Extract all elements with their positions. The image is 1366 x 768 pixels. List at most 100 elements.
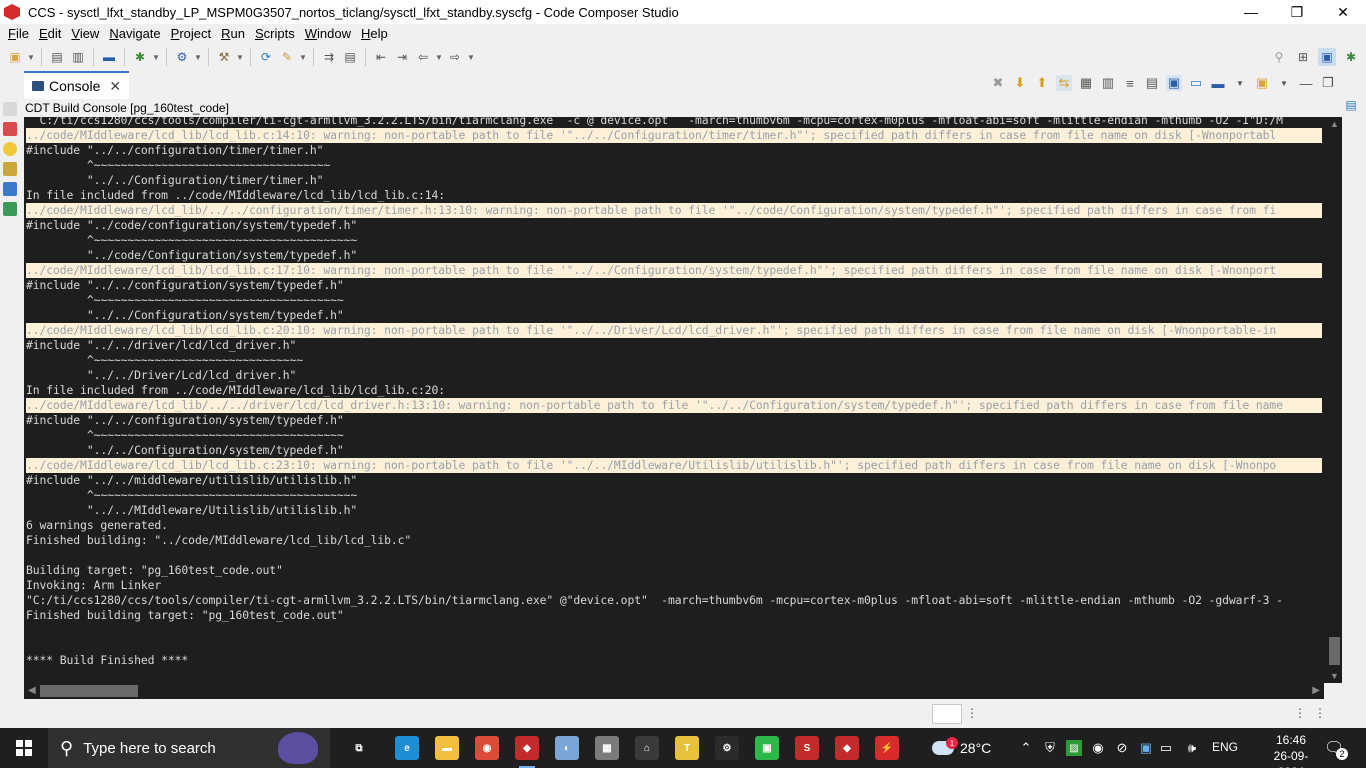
file-explorer-icon[interactable]: ▬ [435,736,459,760]
show-hidden-icons-icon[interactable]: ⌃ [1018,740,1034,756]
notification-center-icon[interactable]: 🗨 2 [1324,738,1348,760]
status-bar-menu-icon[interactable]: ⋮ [1294,706,1306,720]
refresh-icon[interactable]: ⟳ [257,48,275,66]
volume-icon[interactable]: 🕪 [1184,740,1200,756]
language-indicator[interactable]: ENG [1212,740,1238,754]
minimize-button[interactable]: — [1228,0,1274,24]
next-annotation-icon[interactable]: ⇉ [320,48,338,66]
console-icon[interactable]: ▬ [100,48,118,66]
menu-view[interactable]: View [66,26,104,41]
close-button[interactable]: ✕ [1320,0,1366,24]
new-console-icon[interactable]: ▣ [1254,75,1270,91]
vertical-scrollbar[interactable]: ▲ ▼ [1326,117,1342,683]
debug-perspective-icon[interactable]: ✱ [1342,48,1360,66]
vpn-icon[interactable]: ◉ [1090,740,1106,756]
horizontal-scroll-thumb[interactable] [40,685,138,697]
restore-view-icon[interactable] [3,102,17,116]
flash-dropdown-icon[interactable]: ▼ [194,48,202,66]
build-status-icon[interactable] [932,704,962,724]
forward-dropdown-icon[interactable]: ▼ [467,48,475,66]
menu-project[interactable]: Project [166,26,216,41]
flash-icon[interactable]: ⚡ [875,736,899,760]
copy-build-log-icon[interactable]: ▤ [1144,75,1160,91]
security-icon[interactable]: ⛨ [1042,740,1058,756]
new-dropdown-icon[interactable]: ▼ [27,48,35,66]
ccs2-icon[interactable]: ◆ [835,736,859,760]
flash-icon[interactable]: ⚙ [173,48,191,66]
edge-icon[interactable]: e [395,736,419,760]
word-wrap-icon[interactable]: ≡ [1122,75,1138,91]
horizontal-scrollbar[interactable]: ◀ ▶ [24,683,1324,699]
tool-icon[interactable]: T [675,736,699,760]
brush-dropdown-icon[interactable]: ▼ [299,48,307,66]
scroll-up-icon[interactable]: ▲ [1330,119,1339,129]
close-tab-icon[interactable]: ✕ [109,78,121,95]
prev-annotation-icon[interactable]: ▤ [341,48,359,66]
menu-window[interactable]: Window [300,26,356,41]
new-icon[interactable]: ▣ [6,48,24,66]
save-icon[interactable]: ▤ [48,48,66,66]
task-view-icon[interactable]: ⧉ [347,736,371,760]
new-console-dropdown-icon[interactable]: ▼ [1276,75,1292,91]
tab-console[interactable]: Console ✕ [24,71,130,99]
display-console-icon[interactable]: ▭ [1188,75,1204,91]
start-button[interactable] [0,728,48,768]
minimize-view-icon[interactable]: — [1298,75,1314,91]
tasks-icon[interactable] [3,182,17,196]
network-off-icon[interactable]: ⊘ [1114,740,1130,756]
previous-error-icon[interactable]: ⬆ [1034,75,1050,91]
wifi-icon[interactable]: ▭ [1158,740,1174,756]
menu-edit[interactable]: Edit [34,26,66,41]
terminate-icon[interactable]: ✖ [990,75,1006,91]
restore-button[interactable]: ❐ [1274,0,1320,24]
vertical-scroll-thumb[interactable] [1329,637,1340,665]
progress-icon[interactable] [3,202,17,216]
open-console-icon[interactable]: ▬ [1210,75,1226,91]
taskbar-search[interactable]: ⚲ Type here to search [48,728,330,768]
debug-icon[interactable]: ✱ [131,48,149,66]
scroll-lock-icon[interactable]: ▦ [1078,75,1094,91]
save-all-icon[interactable]: ▥ [69,48,87,66]
weather-widget[interactable]: 1 28°C [932,734,1002,762]
msp-flasher-icon[interactable]: ▣ [755,736,779,760]
maximize-view-icon[interactable]: ❐ [1320,75,1336,91]
open-console-dropdown-icon[interactable]: ▼ [1232,75,1248,91]
menu-file[interactable]: File [3,26,34,41]
scroll-right-icon[interactable]: ▶ [1312,685,1320,696]
scroll-down-icon[interactable]: ▼ [1330,671,1339,681]
build-hammer-icon[interactable]: ⚒ [215,48,233,66]
link-editor-icon[interactable]: ⇆ [1056,75,1072,91]
search-icon[interactable]: ⚲ [1270,48,1288,66]
ccs-icon[interactable]: ◆ [515,736,539,768]
pin-console-icon[interactable]: ▣ [1166,75,1182,91]
ccs-edit-perspective-icon[interactable]: ▣ [1318,48,1336,66]
build-dropdown-icon[interactable]: ▼ [236,48,244,66]
device-icon[interactable]: ⚙ [715,736,739,760]
problems-icon[interactable] [3,122,17,136]
app-tray-icon[interactable]: ▨ [1066,740,1082,756]
menu-run[interactable]: Run [216,26,250,41]
teraterm-icon[interactable]: ⌂ [635,736,659,760]
clock[interactable]: 16:46 26-09-2024 [1262,732,1320,768]
next-error-icon[interactable]: ⬇ [1012,75,1028,91]
calculator-icon[interactable]: ▦ [595,736,619,760]
show-console-icon[interactable]: ▥ [1100,75,1116,91]
debug-dropdown-icon[interactable]: ▼ [152,48,160,66]
app-icon[interactable]: ◐ [555,736,579,760]
forward-icon[interactable]: ⇨ [446,48,464,66]
onedrive-icon[interactable]: ▣ [1138,740,1154,756]
outline-icon[interactable] [3,162,17,176]
menu-scripts[interactable]: Scripts [250,26,300,41]
forward-edit-icon[interactable]: ⇥ [393,48,411,66]
open-perspective-icon[interactable]: ⊞ [1294,48,1312,66]
restore-view-right-icon[interactable]: ▤ [1342,96,1360,114]
back-icon[interactable]: ⇦ [414,48,432,66]
last-edit-icon[interactable]: ⇤ [372,48,390,66]
menu-navigate[interactable]: Navigate [104,26,165,41]
menu-help[interactable]: Help [356,26,393,41]
brush-icon[interactable]: ✎ [278,48,296,66]
console-output[interactable]: C:/ti/ccs1280/ccs/tools/compiler/ti-cgt-… [24,117,1342,683]
sysconfig-icon[interactable]: S [795,736,819,760]
tips-icon[interactable] [3,142,17,156]
back-dropdown-icon[interactable]: ▼ [435,48,443,66]
